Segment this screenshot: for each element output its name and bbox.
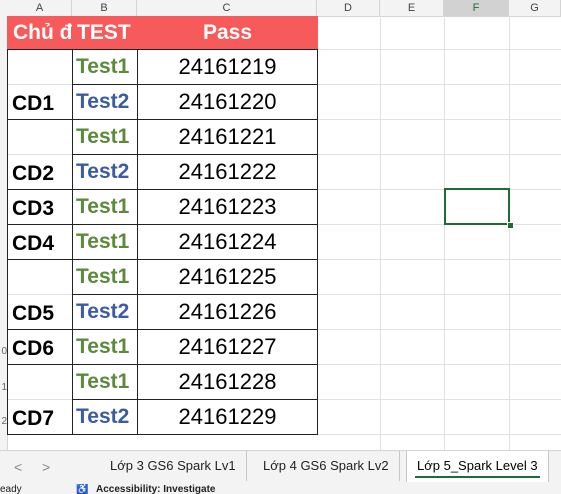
topic-cell[interactable]: CD6	[7, 329, 73, 365]
header-pass[interactable]: Pass	[137, 16, 318, 50]
test-cell[interactable]: Test1	[72, 189, 138, 225]
topic-cell[interactable]: CD2	[7, 119, 73, 190]
pass-cell[interactable]: 24161228	[137, 364, 318, 400]
row-number[interactable]: 0	[0, 346, 7, 357]
pass-cell[interactable]: 24161225	[137, 259, 318, 295]
test-cell[interactable]: Test1	[72, 329, 138, 365]
test-cell[interactable]: Test2	[72, 399, 138, 435]
accessibility-icon[interactable]: ♿	[76, 484, 88, 494]
prev-sheet-arrow-icon[interactable]: <	[14, 459, 22, 475]
test-cell[interactable]: Test1	[72, 49, 138, 85]
header-test[interactable]: TEST	[72, 16, 138, 50]
active-cell-selection[interactable]	[444, 188, 510, 225]
column-header-d[interactable]: D	[317, 0, 380, 16]
pass-cell[interactable]: 24161224	[137, 224, 318, 260]
topic-cell[interactable]: CD1	[7, 49, 73, 120]
sheet-tab[interactable]: Lớp 3 GS6 Spark Lv1	[100, 451, 247, 481]
column-header-e[interactable]: E	[380, 0, 444, 16]
status-ready: eady	[0, 484, 22, 494]
column-header-b[interactable]: B	[72, 0, 137, 16]
column-header-a[interactable]: A	[8, 0, 72, 16]
test-cell[interactable]: Test2	[72, 84, 138, 120]
status-bar: eady ♿ Accessibility: Investigate	[0, 484, 561, 494]
test-cell[interactable]: Test1	[72, 119, 138, 155]
test-cell[interactable]: Test1	[72, 224, 138, 260]
header-topic[interactable]: Chủ đề	[7, 16, 73, 50]
sheet-tab-bar: < > Lớp 3 GS6 Spark Lv1 Lớp 4 GS6 Spark …	[0, 450, 561, 485]
pass-cell[interactable]: 24161227	[137, 329, 318, 365]
topic-cell[interactable]: CD5	[7, 259, 73, 330]
pass-cell[interactable]: 24161219	[137, 49, 318, 85]
column-header-bar: A B C D E F G	[0, 0, 561, 17]
topic-cell[interactable]: CD7	[7, 364, 73, 435]
column-header-f[interactable]: F	[444, 0, 509, 16]
column-header-g[interactable]: G	[509, 0, 561, 16]
sheet-tab-active[interactable]: Lớp 5_Spark Level 3	[406, 451, 549, 482]
topic-cell[interactable]: CD3	[7, 189, 73, 225]
sheet-tab[interactable]: Lớp 4 GS6 Spark Lv2	[253, 451, 400, 481]
sheet-tab-label: Lớp 5_Spark Level 3	[417, 458, 538, 473]
test-cell[interactable]: Test1	[72, 259, 138, 295]
next-sheet-arrow-icon[interactable]: >	[42, 459, 50, 475]
active-tab-underline	[415, 476, 540, 478]
fill-handle[interactable]	[507, 222, 514, 229]
pass-cell[interactable]: 24161229	[137, 399, 318, 435]
pass-cell[interactable]: 24161220	[137, 84, 318, 120]
topic-cell[interactable]: CD4	[7, 224, 73, 260]
row-number[interactable]: 2	[0, 416, 7, 427]
test-cell[interactable]: Test2	[72, 154, 138, 190]
test-cell[interactable]: Test1	[72, 364, 138, 400]
pass-cell[interactable]: 24161222	[137, 154, 318, 190]
column-header-c[interactable]: C	[137, 0, 317, 16]
pass-cell[interactable]: 24161226	[137, 294, 318, 330]
row-number[interactable]: 1	[0, 382, 7, 393]
pass-cell[interactable]: 24161221	[137, 119, 318, 155]
pass-cell[interactable]: 24161223	[137, 189, 318, 225]
accessibility-status[interactable]: Accessibility: Investigate	[96, 484, 216, 494]
test-cell[interactable]: Test2	[72, 294, 138, 330]
